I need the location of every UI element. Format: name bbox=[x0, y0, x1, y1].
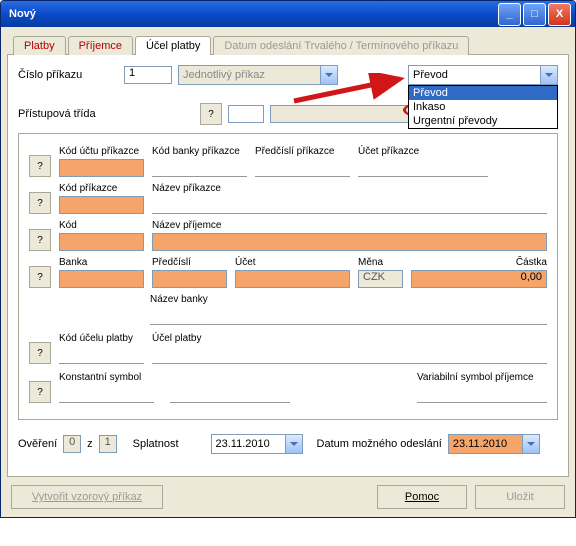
input-kod[interactable] bbox=[59, 233, 144, 251]
input-kod-ucelu[interactable] bbox=[59, 346, 144, 364]
ulozit-button[interactable]: Uložit bbox=[475, 485, 565, 509]
label-predcisli: Předčíslí bbox=[152, 257, 227, 268]
window: Nový _ □ X Platby Příjemce Účel platby D… bbox=[0, 0, 576, 518]
maximize-button[interactable]: □ bbox=[523, 3, 546, 26]
input-banka[interactable] bbox=[59, 270, 144, 288]
pristup-label: Přístupová třída bbox=[18, 108, 118, 120]
input-kod-uctu-prikazce[interactable] bbox=[59, 159, 144, 177]
input-castka[interactable]: 0,00 bbox=[411, 270, 547, 288]
input-kod-banky-prikazce[interactable] bbox=[152, 159, 247, 177]
help-kod-uctu[interactable]: ? bbox=[29, 155, 51, 177]
label-konst-symbol: Konstantní symbol bbox=[59, 372, 154, 383]
label-nazev-prijemce: Název příjemce bbox=[152, 220, 547, 231]
option-prevod[interactable]: Převod bbox=[409, 86, 557, 100]
tab-prijemce[interactable]: Příjemce bbox=[68, 36, 133, 55]
prevod-combo-value: Převod bbox=[409, 69, 540, 81]
label-var-symbol: Variabilní symbol příjemce bbox=[417, 372, 547, 383]
input-mena[interactable]: CZK bbox=[358, 270, 403, 288]
help-banka[interactable]: ? bbox=[29, 266, 51, 288]
label-predcisli-prikazce: Předčíslí příkazce bbox=[255, 146, 350, 157]
tab-platby[interactable]: Platby bbox=[13, 36, 66, 55]
help-pristup[interactable]: ? bbox=[200, 103, 222, 125]
vzor-button[interactable]: Vytvořit vzorový příkaz bbox=[11, 485, 163, 509]
label-ucet: Účet bbox=[235, 257, 350, 268]
mozne-odeslani-value: 23.11.2010 bbox=[449, 438, 522, 450]
typ-platby-combo[interactable]: Jednotlivý příkaz bbox=[178, 65, 338, 85]
chevron-down-icon bbox=[522, 435, 539, 453]
typ-platby-value: Jednotlivý příkaz bbox=[179, 69, 320, 81]
splatnost-date[interactable]: 23.11.2010 bbox=[211, 434, 303, 454]
input-nazev-banky[interactable] bbox=[150, 307, 547, 325]
chevron-down-icon bbox=[285, 435, 302, 453]
pristup-code[interactable] bbox=[228, 105, 264, 123]
tab-datum-odeslani[interactable]: Datum odeslání Trvalého / Termínového př… bbox=[213, 36, 469, 55]
input-predcisli[interactable] bbox=[152, 270, 227, 288]
label-kod-prikazce: Kód příkazce bbox=[59, 183, 144, 194]
overeni-1: 0 bbox=[63, 435, 81, 453]
input-nazev-prijemce[interactable] bbox=[152, 233, 547, 251]
label-kod-banky-prikazce: Kód banky příkazce bbox=[152, 146, 247, 157]
pomoc-button[interactable]: Pomoc bbox=[377, 485, 467, 509]
prevod-combo[interactable]: Převod Převod Inkaso Urgentní převody bbox=[408, 65, 558, 85]
overeni-2: 1 bbox=[99, 435, 117, 453]
option-inkaso[interactable]: Inkaso bbox=[409, 100, 557, 114]
label-castka: Částka bbox=[411, 257, 547, 268]
label-kod: Kód bbox=[59, 220, 144, 231]
input-ucet-prikazce[interactable] bbox=[358, 159, 488, 177]
mozne-odeslani-date[interactable]: 23.11.2010 bbox=[448, 434, 540, 454]
chevron-down-icon bbox=[320, 66, 337, 84]
window-title: Nový bbox=[9, 8, 36, 20]
label-nazev-banky: Název banky bbox=[150, 294, 547, 305]
label-ucet-prikazce: Účet příkazce bbox=[358, 146, 488, 157]
overeni-label: Ověření bbox=[18, 438, 57, 450]
label-kod-uctu-prikazce: Kód účtu příkazce bbox=[59, 146, 144, 157]
close-button[interactable]: X bbox=[548, 3, 571, 26]
splatnost-label: Splatnost bbox=[133, 438, 179, 450]
tab-control: Platby Příjemce Účel platby Datum odeslá… bbox=[7, 35, 569, 477]
mozne-odeslani-label: Datum možného odeslání bbox=[317, 438, 442, 450]
client-area: Platby Příjemce Účel platby Datum odeslá… bbox=[1, 27, 575, 517]
input-nazev-prikazce[interactable] bbox=[152, 196, 547, 214]
label-nazev-prikazce: Název příkazce bbox=[152, 183, 547, 194]
help-konst-symbol[interactable]: ? bbox=[29, 381, 51, 403]
minimize-button[interactable]: _ bbox=[498, 3, 521, 26]
cislo-prikazu-label: Číslo příkazu bbox=[18, 69, 118, 81]
input-ucet[interactable] bbox=[235, 270, 350, 288]
input-predcisli-prikazce[interactable] bbox=[255, 159, 350, 177]
label-mena: Měna bbox=[358, 257, 403, 268]
input-ucel-platby[interactable] bbox=[152, 346, 547, 364]
chevron-down-icon bbox=[540, 66, 557, 84]
help-kod-prikazce[interactable]: ? bbox=[29, 192, 51, 214]
input-var-symbol[interactable] bbox=[417, 385, 547, 403]
cislo-prikazu-input[interactable]: 1 bbox=[124, 66, 172, 84]
tab-panel: Číslo příkazu 1 Jednotlivý příkaz Převod… bbox=[7, 54, 569, 477]
pristup-name[interactable] bbox=[270, 105, 420, 123]
prevod-dropdown: Převod Inkaso Urgentní převody bbox=[408, 85, 558, 129]
tab-ucel-platby[interactable]: Účel platby bbox=[135, 36, 211, 55]
splatnost-value: 23.11.2010 bbox=[212, 438, 285, 450]
titlebar: Nový _ □ X bbox=[1, 1, 575, 27]
help-kod[interactable]: ? bbox=[29, 229, 51, 251]
overeni-z: z bbox=[87, 438, 93, 450]
label-banka: Banka bbox=[59, 257, 144, 268]
input-konst-symbol[interactable] bbox=[59, 385, 154, 403]
option-urgentni[interactable]: Urgentní převody bbox=[409, 114, 557, 128]
label-ucel-platby: Účel platby bbox=[152, 333, 547, 344]
input-konst-symbol-name[interactable] bbox=[170, 385, 290, 403]
fields-frame: ? Kód účtu příkazce Kód banky příkazce P… bbox=[18, 133, 558, 420]
input-kod-prikazce[interactable] bbox=[59, 196, 144, 214]
help-ucel[interactable]: ? bbox=[29, 342, 51, 364]
label-kod-ucelu: Kód účelu platby bbox=[59, 333, 144, 344]
